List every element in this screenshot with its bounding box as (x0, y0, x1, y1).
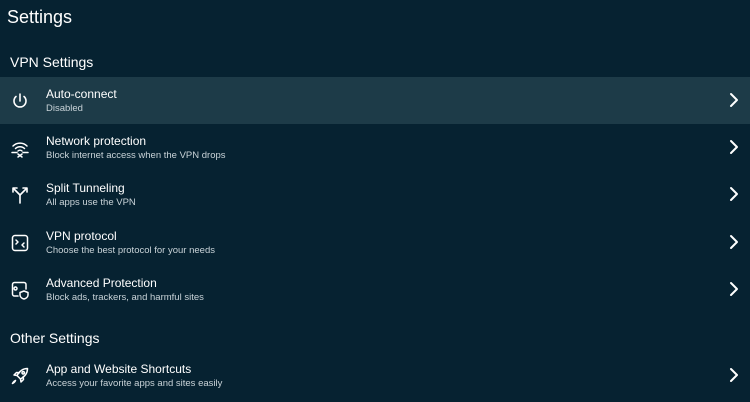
chevron-right-icon (727, 366, 741, 384)
setting-description: Access your favorite apps and sites easi… (46, 378, 223, 389)
section-title-other-settings: Other Settings (10, 330, 100, 346)
setting-description: Block ads, trackers, and harmful sites (46, 292, 204, 303)
setting-description: All apps use the VPN (46, 197, 136, 208)
shield-icon (9, 279, 31, 301)
setting-description: Disabled (46, 103, 83, 114)
setting-label: Advanced Protection (46, 276, 157, 290)
setting-label: Auto-connect (46, 87, 117, 101)
setting-split-tunneling[interactable]: Split Tunneling All apps use the VPN (0, 171, 750, 218)
setting-label: Network protection (46, 134, 147, 148)
setting-auto-connect[interactable]: Auto-connect Disabled (0, 77, 750, 124)
chevron-right-icon (727, 138, 741, 156)
setting-advanced-protection[interactable]: Advanced Protection Block ads, trackers,… (0, 266, 750, 313)
setting-vpn-protocol[interactable]: VPN protocol Choose the best protocol fo… (0, 219, 750, 266)
setting-network-protection[interactable]: Network protection Block internet access… (0, 124, 750, 171)
setting-description: Choose the best protocol for your needs (46, 245, 215, 256)
network-protection-icon (9, 137, 31, 159)
chevron-right-icon (727, 233, 741, 251)
setting-app-website-shortcuts[interactable]: App and Website Shortcuts Access your fa… (0, 352, 750, 399)
settings-page: Settings VPN Settings Auto-connect Disab… (0, 0, 750, 402)
rocket-icon (9, 365, 31, 387)
protocol-icon (9, 232, 31, 254)
chevron-right-icon (727, 185, 741, 203)
power-icon (9, 90, 31, 112)
chevron-right-icon (727, 280, 741, 298)
page-title: Settings (7, 7, 73, 27)
setting-description: Block internet access when the VPN drops (46, 150, 226, 161)
setting-label: VPN protocol (46, 229, 117, 243)
split-tunnel-icon (9, 184, 31, 206)
chevron-right-icon (727, 91, 741, 109)
setting-label: App and Website Shortcuts (46, 362, 192, 376)
setting-label: Split Tunneling (46, 181, 125, 195)
section-title-vpn-settings: VPN Settings (10, 54, 94, 70)
